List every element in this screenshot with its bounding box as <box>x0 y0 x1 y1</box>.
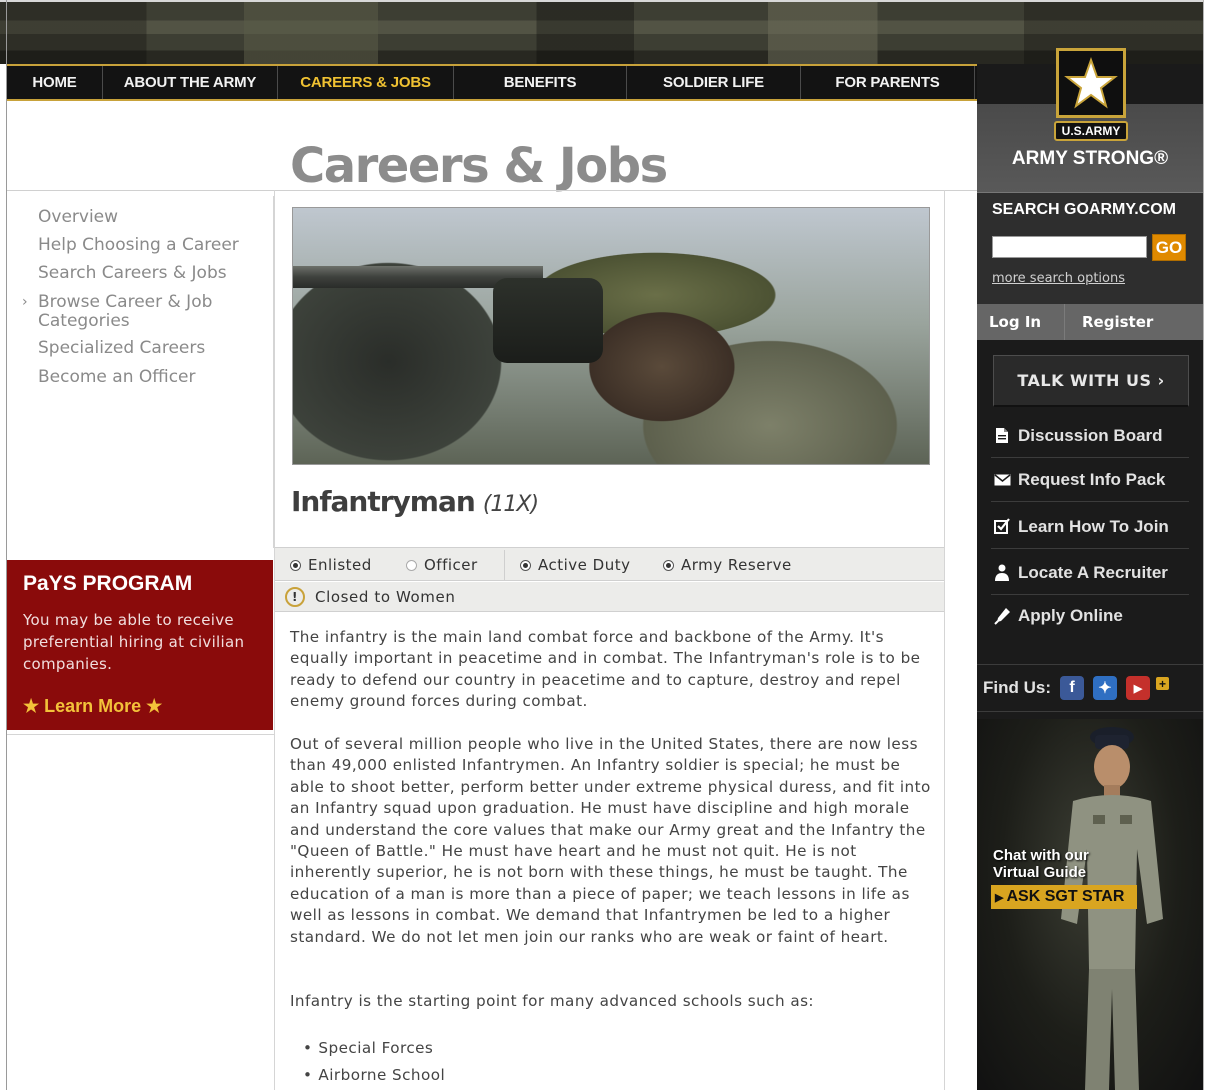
nav-benefits[interactable]: BENEFITS <box>454 66 627 99</box>
army-strong-slogan: ARMY STRONG® <box>1011 148 1169 169</box>
apply-online-label: Apply Online <box>1018 606 1123 625</box>
pays-title: PaYS PROGRAM <box>23 572 193 595</box>
auth-row: Log In Register <box>977 304 1203 340</box>
current-section-caret-icon: › <box>22 294 28 310</box>
restriction-notice: ! Closed to Women <box>275 582 944 612</box>
camouflage-banner <box>0 0 1219 64</box>
hero-gun-sight <box>493 278 603 363</box>
youtube-icon[interactable]: ▶ <box>1126 676 1150 700</box>
request-info-pack-label: Request Info Pack <box>1018 469 1166 489</box>
ask-sgt-star-button[interactable]: ▶ ASK SGT STAR <box>991 885 1137 909</box>
job-code: (11X) <box>482 492 539 517</box>
apply-online-link[interactable]: Apply Online <box>991 594 1189 638</box>
filter-enlisted[interactable]: Enlisted <box>290 556 372 574</box>
myspace-icon[interactable]: ✦ <box>1093 676 1117 700</box>
nav-home[interactable]: HOME <box>7 66 103 99</box>
chat-line-1: Chat with our <box>993 847 1089 864</box>
search-title: SEARCH GOARMY.COM <box>992 201 1177 218</box>
filter-active-duty-label: Active Duty <box>538 556 631 574</box>
talk-with-us-button[interactable]: TALK WITH US › <box>993 355 1189 407</box>
warning-icon: ! <box>285 586 305 607</box>
school-list-item: Airborne School <box>303 1066 445 1084</box>
pays-learn-more-link[interactable]: ★ Learn More ★ <box>23 696 162 717</box>
army-star-logo[interactable] <box>1056 48 1126 118</box>
learn-how-to-join-link[interactable]: Learn How To Join <box>991 505 1189 549</box>
restriction-label: Closed to Women <box>315 587 456 606</box>
login-link[interactable]: Log In <box>977 304 1065 340</box>
job-description-paragraph-2: Out of several million people who live i… <box>290 735 931 946</box>
leftnav-help-choosing-a-career[interactable]: Help Choosing a Career <box>38 236 258 255</box>
filter-enlisted-label: Enlisted <box>308 556 372 574</box>
army-reserve-radio-selected-icon[interactable] <box>663 559 674 571</box>
enlisted-radio-selected-icon[interactable] <box>290 559 301 571</box>
infantryman-hero-photo <box>292 207 930 465</box>
filter-divider <box>504 550 505 580</box>
filter-army-reserve[interactable]: Army Reserve <box>663 556 792 574</box>
pen-icon <box>991 607 1013 625</box>
main-nav: HOME ABOUT THE ARMY CAREERS & JOBS BENEF… <box>7 64 977 101</box>
pays-program-promo: PaYS PROGRAM You may be able to receive … <box>7 560 273 730</box>
request-info-pack-link[interactable]: Request Info Pack <box>991 458 1189 502</box>
ask-sgt-star-label: ASK SGT STAR <box>1006 888 1125 905</box>
left-column-divider <box>7 734 274 735</box>
right-sidebar: U.S.ARMY ARMY STRONG® SEARCH GOARMY.COM … <box>977 48 1203 1090</box>
search-input[interactable] <box>992 236 1147 258</box>
more-search-options-link[interactable]: more search options <box>992 271 1125 286</box>
content-left-border <box>274 190 275 1090</box>
document-icon <box>991 427 1013 444</box>
filter-officer[interactable]: Officer <box>406 556 478 574</box>
learn-how-to-join-label: Learn How To Join <box>1018 516 1169 536</box>
job-title-text: Infantryman <box>291 485 476 518</box>
find-us-label: Find Us: <box>983 678 1051 697</box>
leftnav-specialized-careers[interactable]: Specialized Careers <box>38 339 258 358</box>
filter-officer-label: Officer <box>424 556 478 574</box>
us-army-plate: U.S.ARMY <box>1054 121 1128 141</box>
register-link[interactable]: Register <box>1065 304 1153 340</box>
leftnav-overview[interactable]: Overview <box>38 208 258 227</box>
job-description-paragraph-3: Infantry is the starting point for many … <box>290 992 815 1010</box>
chat-line-2: Virtual Guide <box>993 864 1087 881</box>
star-icon <box>1064 56 1118 109</box>
person-icon <box>991 564 1013 581</box>
leftnav-browse-career-and-job-categories[interactable]: Browse Career & Job Categories <box>38 293 238 331</box>
school-list-item: Special Forces <box>303 1039 433 1057</box>
sgt-star-panel[interactable]: Chat with our Virtual Guide ▶ ASK SGT ST… <box>977 719 1203 1090</box>
page-right-margin <box>1203 0 1219 1090</box>
nav-soldier-life[interactable]: SOLDIER LIFE <box>627 66 801 99</box>
job-filter-bar: Enlisted Officer Active Duty Army Reserv… <box>275 547 944 581</box>
discussion-board-label: Discussion Board <box>1018 425 1163 445</box>
nav-for-parents[interactable]: FOR PARENTS <box>801 66 975 99</box>
left-section-nav: Overview Help Choosing a Career Search C… <box>7 196 274 548</box>
filter-army-reserve-label: Army Reserve <box>681 556 792 574</box>
site-search: SEARCH GOARMY.COM GO more search options <box>977 192 1203 304</box>
job-description-paragraph-1: The infantry is the main land combat for… <box>290 628 921 711</box>
play-arrow-icon: ▶ <box>995 891 1004 904</box>
title-divider <box>7 190 977 191</box>
officer-radio-empty-icon[interactable] <box>406 559 417 571</box>
search-go-button[interactable]: GO <box>1152 234 1186 261</box>
facebook-icon[interactable]: f <box>1060 676 1084 700</box>
job-title: Infantryman (11X) <box>291 485 539 518</box>
active-duty-radio-selected-icon[interactable] <box>520 559 531 571</box>
find-us-bar: Find Us: f ✦ ▶ + <box>977 664 1203 712</box>
pays-description: You may be able to receive preferential … <box>23 611 245 673</box>
locate-a-recruiter-link[interactable]: Locate A Recruiter <box>991 551 1189 595</box>
chat-with-guide-text: Chat with our Virtual Guide <box>993 847 1123 881</box>
discussion-board-link[interactable]: Discussion Board <box>991 414 1189 458</box>
page-title: Careers & Jobs <box>290 138 668 194</box>
filter-active-duty[interactable]: Active Duty <box>520 556 630 574</box>
nav-careers-and-jobs[interactable]: CAREERS & JOBS <box>278 66 454 99</box>
envelope-icon <box>991 473 1013 486</box>
leftnav-become-an-officer[interactable]: Become an Officer <box>38 368 258 387</box>
nav-about-the-army[interactable]: ABOUT THE ARMY <box>103 66 278 99</box>
checkbox-icon <box>991 518 1013 535</box>
locate-a-recruiter-label: Locate A Recruiter <box>1018 562 1168 582</box>
more-networks-plus-icon[interactable]: + <box>1156 677 1169 691</box>
content-right-border <box>944 190 945 1090</box>
army-brand-block[interactable]: U.S.ARMY ARMY STRONG® <box>977 48 1203 192</box>
leftnav-search-careers-and-jobs[interactable]: Search Careers & Jobs <box>38 264 258 283</box>
